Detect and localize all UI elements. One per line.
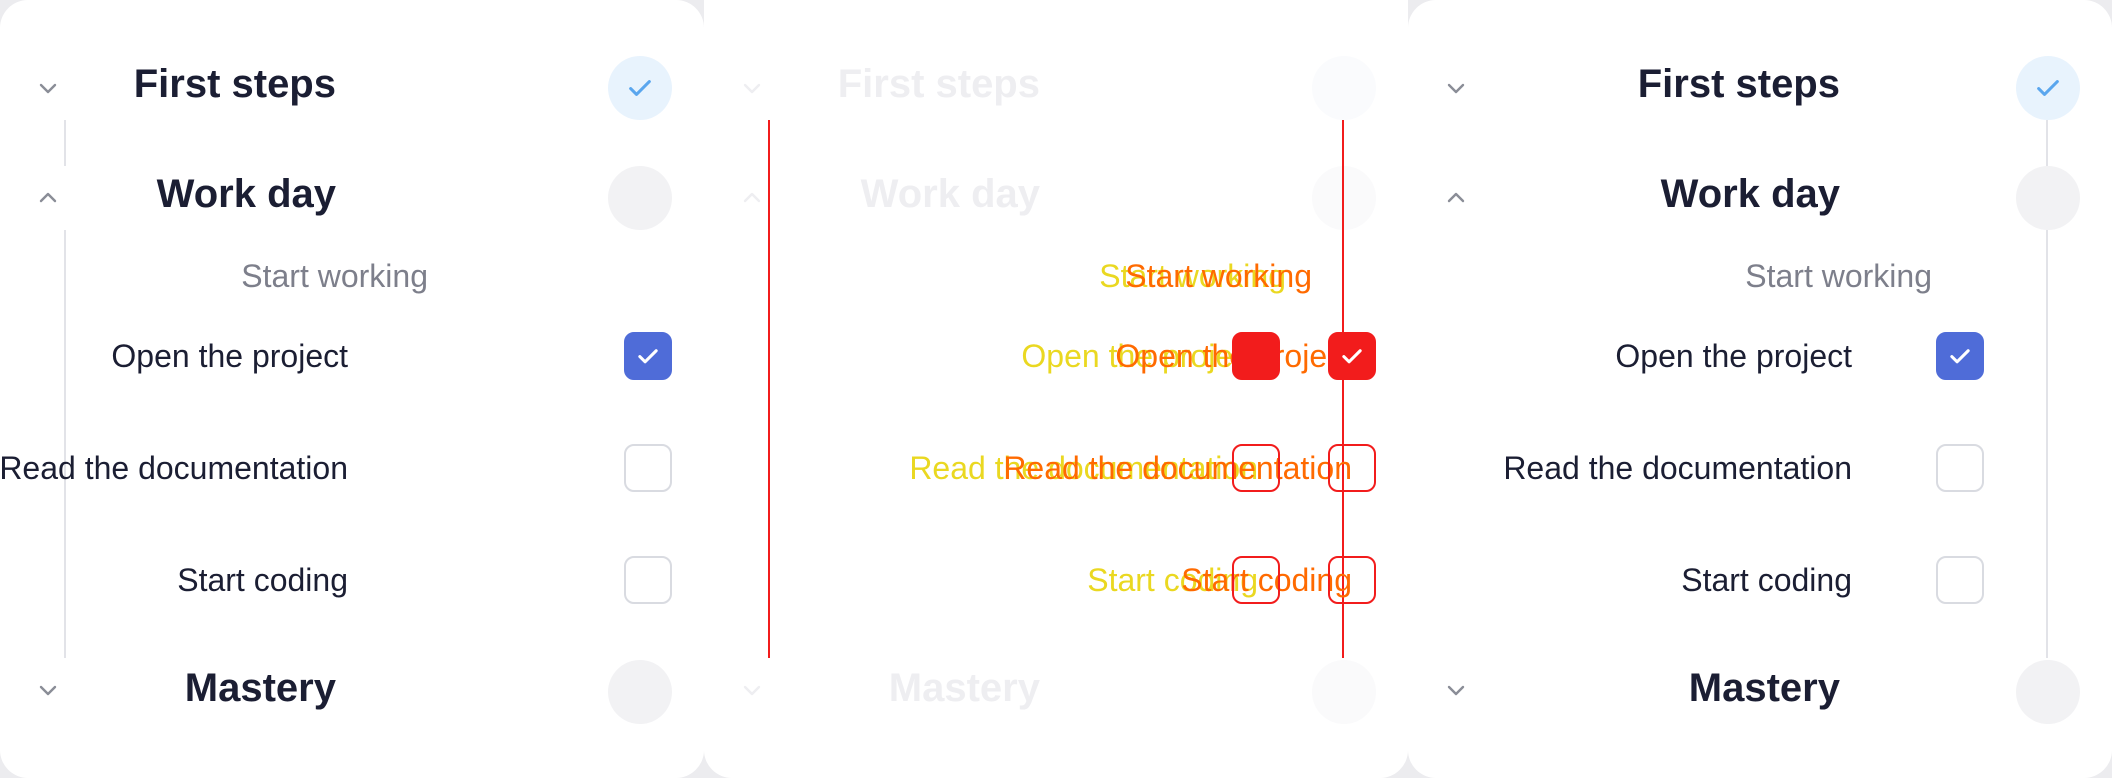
section-title-mastery: Mastery: [888, 666, 1040, 710]
task-checkbox[interactable]: [1936, 332, 1984, 380]
section-title-mastery[interactable]: Mastery: [0, 666, 336, 711]
section-title-mastery[interactable]: Mastery: [1440, 666, 1840, 711]
task-label: Open the project: [1615, 338, 1852, 374]
section-title-first-steps[interactable]: First steps: [0, 62, 336, 107]
checklist-panel-left: First steps Work day Start working Open …: [0, 0, 704, 778]
task-checkbox[interactable]: [624, 332, 672, 380]
group-label: Start working: [1745, 258, 1932, 294]
group-label: Start working: [241, 258, 428, 294]
check-icon: [638, 349, 658, 364]
timeline-connector: [2046, 120, 2048, 166]
timeline-connector: [64, 120, 66, 166]
section-title-first-steps: First steps: [837, 62, 1040, 106]
check-icon: [2037, 80, 2059, 96]
section-title-first-steps[interactable]: First steps: [1440, 62, 1840, 107]
section-status-done: [2016, 56, 2080, 120]
section-status-done: [1312, 56, 1376, 120]
task-label: Open the project: [111, 338, 348, 374]
task-checkbox[interactable]: [1936, 444, 1984, 492]
task-checkbox[interactable]: [624, 444, 672, 492]
task-checkbox[interactable]: [1936, 556, 1984, 604]
task-checkbox[interactable]: [624, 556, 672, 604]
section-title-work-day[interactable]: Work day: [1440, 172, 1840, 217]
section-title-work-day: Work day: [860, 172, 1040, 216]
section-status-pending: [1312, 660, 1376, 724]
section-title-work-day[interactable]: Work day: [0, 172, 336, 217]
diff-checkbox: [1232, 332, 1280, 380]
diff-marker-line: [768, 120, 770, 658]
section-status-pending: [1312, 166, 1376, 230]
timeline-connector: [2046, 230, 2048, 658]
task-label: Start coding: [1681, 562, 1852, 598]
section-status-pending: [2016, 660, 2080, 724]
checklist-panel-right: First steps Work day Start working Open …: [1408, 0, 2112, 778]
task-label: Read the documentation: [1503, 450, 1852, 486]
diff-checkbox: [1232, 556, 1280, 604]
checklist-panel-diff: First steps Work day Start working Start…: [704, 0, 1408, 778]
check-icon: [1950, 349, 1970, 364]
section-status-pending: [2016, 166, 2080, 230]
task-label: Read the documentation: [0, 450, 348, 486]
task-label: Start coding: [177, 562, 348, 598]
diff-group-label: Start working: [1125, 258, 1312, 294]
diff-checkbox: [1232, 444, 1280, 492]
